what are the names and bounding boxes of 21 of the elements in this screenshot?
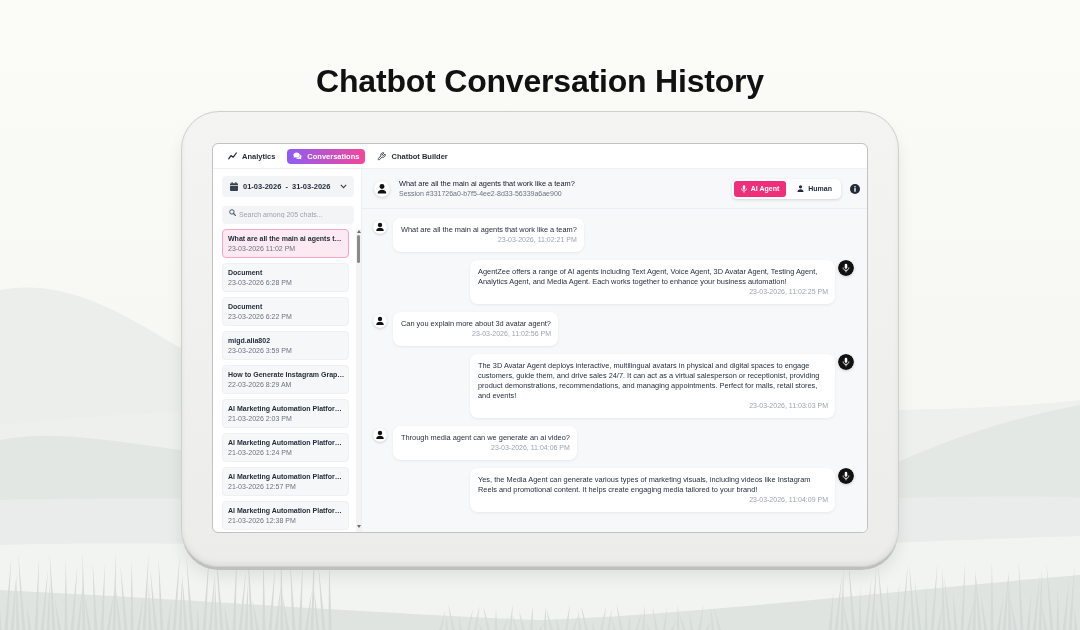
person-avatar-icon xyxy=(373,314,387,328)
search-icon xyxy=(229,208,236,216)
wrench-icon xyxy=(377,151,387,161)
person-icon xyxy=(797,185,805,192)
scroll-up-icon[interactable] xyxy=(356,230,361,233)
person-avatar-icon xyxy=(373,428,387,442)
chat-bubbles-icon xyxy=(293,152,303,160)
person-avatar-icon xyxy=(374,180,390,197)
scroll-down-icon[interactable] xyxy=(356,525,361,528)
trend-line-icon xyxy=(228,152,237,160)
person-avatar-icon xyxy=(373,220,387,234)
info-icon[interactable] xyxy=(850,183,860,194)
microphone-icon xyxy=(740,184,747,193)
page-title: Chatbot Conversation History xyxy=(316,62,764,100)
chevron-down-icon xyxy=(340,184,348,189)
microphone-avatar-icon xyxy=(838,468,854,484)
microphone-avatar-icon xyxy=(838,354,854,370)
scrollbar[interactable] xyxy=(356,229,361,532)
scrollbar-thumb[interactable] xyxy=(357,235,360,263)
calendar-icon xyxy=(230,182,238,191)
microphone-avatar-icon xyxy=(838,260,854,276)
